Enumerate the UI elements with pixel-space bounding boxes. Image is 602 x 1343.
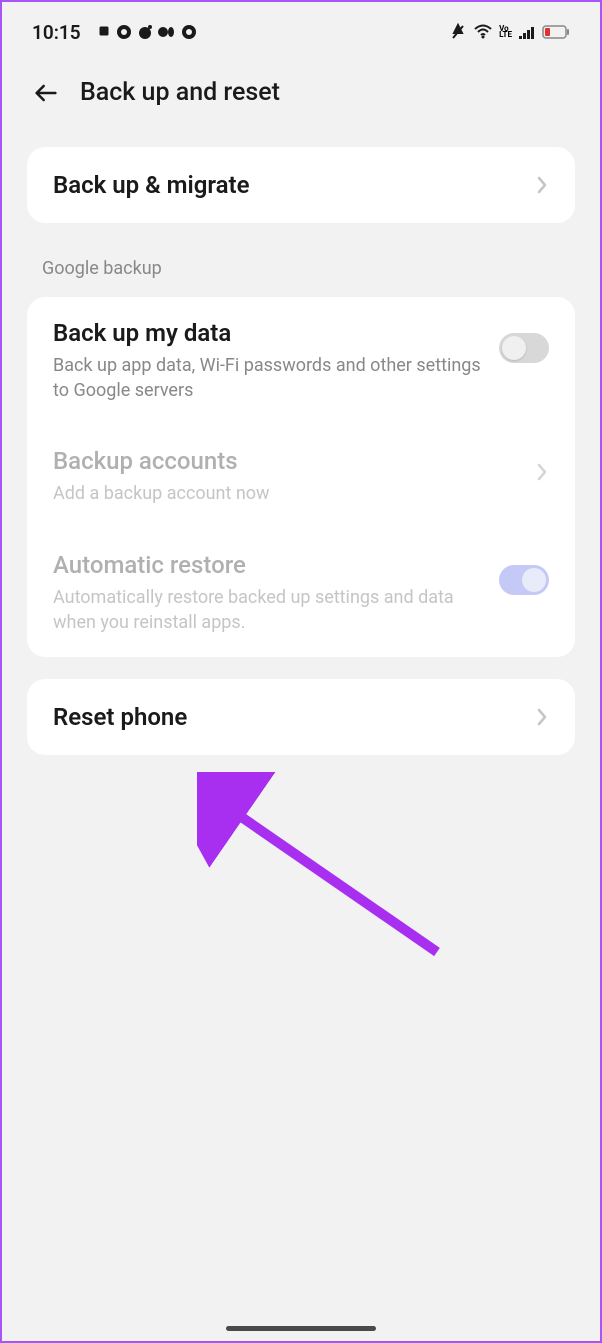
automatic-restore-desc: Automatically restore backed up settings… bbox=[53, 585, 484, 635]
page-title: Back up and reset bbox=[80, 78, 280, 107]
status-right: VoLTE bbox=[449, 23, 570, 41]
volte-icon: VoLTE bbox=[499, 26, 512, 39]
backup-my-data-row[interactable]: Back up my data Back up app data, Wi-Fi … bbox=[27, 297, 575, 425]
bell-muted-icon bbox=[449, 23, 467, 41]
backup-accounts-row[interactable]: Backup accounts Add a backup account now bbox=[27, 425, 575, 528]
automatic-restore-row[interactable]: Automatic restore Automatically restore … bbox=[27, 529, 575, 657]
backup-migrate-title: Back up & migrate bbox=[53, 171, 520, 199]
toggle-knob bbox=[502, 336, 526, 360]
chevron-right-icon bbox=[535, 461, 549, 483]
chevron-right-icon bbox=[535, 174, 549, 196]
medium-icon bbox=[158, 24, 176, 40]
backup-migrate-card: Back up & migrate bbox=[27, 147, 575, 223]
chevron-right-icon bbox=[535, 706, 549, 728]
status-bar: 10:15 VoLTE bbox=[2, 2, 600, 58]
backup-accounts-desc: Add a backup account now bbox=[53, 481, 520, 506]
backup-accounts-title: Backup accounts bbox=[53, 447, 520, 475]
google-backup-card: Back up my data Back up app data, Wi-Fi … bbox=[27, 297, 575, 657]
reset-phone-card: Reset phone bbox=[27, 679, 575, 755]
app-icon-1 bbox=[97, 24, 111, 38]
circle-icon bbox=[181, 24, 197, 40]
home-indicator[interactable] bbox=[226, 1326, 376, 1331]
reset-phone-row[interactable]: Reset phone bbox=[27, 679, 575, 755]
backup-my-data-desc: Back up app data, Wi-Fi passwords and ot… bbox=[53, 353, 484, 403]
automatic-restore-title: Automatic restore bbox=[53, 551, 484, 579]
wifi-icon bbox=[473, 24, 493, 40]
back-arrow-icon[interactable] bbox=[32, 79, 60, 107]
toggle-knob bbox=[522, 568, 546, 592]
status-notification-icons bbox=[97, 24, 197, 40]
battery-low-icon bbox=[542, 25, 570, 39]
status-left: 10:15 bbox=[32, 21, 197, 44]
reset-phone-title: Reset phone bbox=[53, 703, 520, 731]
page-header: Back up and reset bbox=[2, 58, 600, 137]
status-time: 10:15 bbox=[32, 21, 81, 44]
app-icon-2 bbox=[116, 24, 132, 40]
google-backup-section-header: Google backup bbox=[2, 238, 600, 287]
reddit-icon bbox=[137, 24, 153, 40]
automatic-restore-toggle[interactable] bbox=[499, 565, 549, 595]
backup-migrate-row[interactable]: Back up & migrate bbox=[27, 147, 575, 223]
annotation-arrow bbox=[197, 772, 457, 972]
signal-icon bbox=[518, 24, 536, 40]
backup-my-data-title: Back up my data bbox=[53, 319, 484, 347]
backup-my-data-toggle[interactable] bbox=[499, 333, 549, 363]
